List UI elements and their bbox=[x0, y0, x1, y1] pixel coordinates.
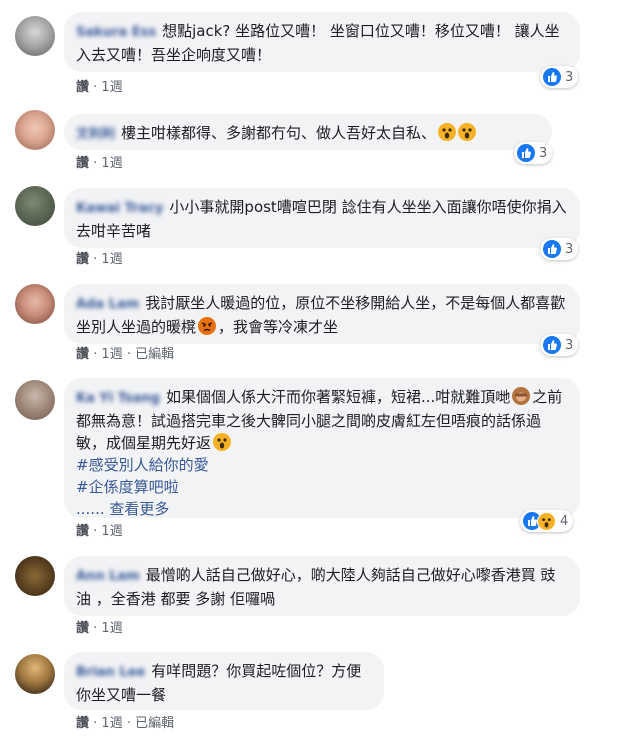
avatar[interactable] bbox=[15, 110, 55, 150]
comment-actions: 讚 · 1週 bbox=[76, 524, 123, 539]
hashtag-link[interactable]: #企係度算吧啦 bbox=[76, 476, 568, 498]
comment-text: Brian Lee 有咩問題？你買起咗個位？方便你坐又嘈一餐 bbox=[76, 660, 372, 706]
like-link[interactable]: 讚 bbox=[76, 347, 89, 362]
like-link[interactable]: 讚 bbox=[76, 621, 89, 636]
comment-actions: 讚 · 1週 bbox=[76, 621, 123, 636]
comment-body: 最憎啲人話自己做好心，啲大陸人夠話自己做好心嚟香港買 豉油 ，全香港 都要 多謝… bbox=[76, 566, 556, 608]
scream-emoji-icon bbox=[213, 433, 232, 451]
like-link[interactable]: 讚 bbox=[76, 716, 89, 731]
scream-emoji-icon bbox=[438, 123, 457, 141]
comment-actions: 讚 · 1週 bbox=[76, 80, 123, 95]
comment-text: Ann Lam 最憎啲人話自己做好心，啲大陸人夠話自己做好心嚟香港買 豉油 ，全香… bbox=[76, 564, 568, 610]
comment-bubble: Ann Lam 最憎啲人話自己做好心，啲大陸人夠話自己做好心嚟香港買 豉油 ，全香… bbox=[64, 556, 580, 616]
avatar[interactable] bbox=[15, 380, 55, 420]
comment-text: Ada Lam 我討厭坐人暖過的位，原位不坐移開給人坐，不是每個人都喜歡坐別人坐過… bbox=[76, 292, 568, 338]
timestamp[interactable]: 1週 bbox=[101, 716, 122, 731]
avatar[interactable] bbox=[15, 186, 55, 226]
reaction-summary[interactable]: 3 bbox=[540, 66, 579, 88]
scream-emoji-icon bbox=[458, 123, 477, 141]
comment-text: Sakura Ess 想點jack? 坐路位又嘈！ 坐窗口位又嘈！移位又嘈！ 讓人… bbox=[76, 20, 568, 66]
like-icon bbox=[543, 240, 561, 258]
avatar[interactable] bbox=[15, 284, 55, 324]
timestamp[interactable]: 1週 bbox=[101, 621, 122, 636]
like-icon bbox=[543, 336, 561, 354]
hashtag-link[interactable]: #感受別人給你的愛 bbox=[76, 454, 568, 476]
like-icon bbox=[517, 144, 535, 162]
like-link[interactable]: 讚 bbox=[76, 80, 89, 95]
comment-body: 如果個個人係大汗而你著緊短褲，短裙...咁就難頂哋 bbox=[165, 388, 511, 406]
comment-bubble: Ka Yi Tsang 如果個個人係大汗而你著緊短褲，短裙...咁就難頂哋 之前都無… bbox=[64, 378, 580, 518]
reaction-summary[interactable]: 3 bbox=[540, 334, 579, 356]
comment-bubble: Ada Lam 我討厭坐人暖過的位，原位不坐移開給人坐，不是每個人都喜歡坐別人坐過… bbox=[64, 284, 580, 344]
reaction-count: 3 bbox=[565, 241, 574, 257]
timestamp[interactable]: 1週 bbox=[101, 80, 122, 95]
comment-author[interactable]: Brian Lee bbox=[76, 665, 145, 680]
timestamp[interactable]: 1週 bbox=[101, 524, 122, 539]
comment-author[interactable]: Ada Lam bbox=[76, 297, 139, 312]
comment-actions: 讚 · 1週 bbox=[76, 156, 123, 171]
avatar[interactable] bbox=[15, 16, 55, 56]
see-more-link[interactable]: ...... 查看更多 bbox=[76, 498, 568, 520]
comment-actions: 讚 · 1週 · 已編輯 bbox=[76, 716, 175, 731]
reaction-count: 3 bbox=[565, 69, 574, 85]
comment-author[interactable]: Ka Yi Tsang bbox=[76, 391, 160, 406]
like-icon bbox=[543, 68, 561, 86]
comment-body: 樓主咁樣都得、多謝都冇句、做人吾好太自私、 bbox=[121, 124, 437, 142]
comment-bubble: Sakura Ess 想點jack? 坐路位又嘈！ 坐窗口位又嘈！移位又嘈！ 讓人… bbox=[64, 12, 580, 72]
comment-author[interactable]: Ann Lam bbox=[76, 569, 140, 584]
reaction-count: 3 bbox=[565, 337, 574, 353]
comment-text: 文利利 樓主咁樣都得、多謝都冇句、做人吾好太自私、 bbox=[76, 122, 540, 146]
comment-bubble: Brian Lee 有咩問題？你買起咗個位？方便你坐又嘈一餐 bbox=[64, 652, 384, 710]
edited-label[interactable]: 已編輯 bbox=[135, 347, 174, 362]
timestamp[interactable]: 1週 bbox=[101, 347, 122, 362]
like-link[interactable]: 讚 bbox=[76, 524, 89, 539]
like-link[interactable]: 讚 bbox=[76, 156, 89, 171]
comment-actions: 讚 · 1週 bbox=[76, 252, 123, 267]
reaction-count: 3 bbox=[539, 145, 548, 161]
avatar[interactable] bbox=[15, 654, 55, 694]
comment-author[interactable]: Kawai Tracy bbox=[76, 201, 163, 216]
comment-author[interactable]: 文利利 bbox=[76, 127, 115, 142]
edited-label[interactable]: 已編輯 bbox=[135, 716, 174, 731]
comment-bubble: 文利利 樓主咁樣都得、多謝都冇句、做人吾好太自私、 bbox=[64, 114, 552, 150]
timestamp[interactable]: 1週 bbox=[101, 156, 122, 171]
comment-bubble: Kawai Tracy 小小事就開post嘈喧巴閉 諗住有人坐坐入面讓你唔使你捐入… bbox=[64, 188, 580, 248]
comment-body-continued: ，我會等冷凍才坐 bbox=[218, 318, 339, 336]
like-link[interactable]: 讚 bbox=[76, 252, 89, 267]
avatar[interactable] bbox=[15, 556, 55, 596]
reaction-summary[interactable]: 4 bbox=[520, 510, 574, 532]
timestamp[interactable]: 1週 bbox=[101, 252, 122, 267]
comment-actions: 讚 · 1週 · 已編輯 bbox=[76, 347, 175, 362]
angry-emoji-icon bbox=[198, 317, 217, 335]
see-no-evil-emoji-icon bbox=[512, 387, 531, 405]
reaction-count: 4 bbox=[560, 513, 569, 529]
comment-author[interactable]: Sakura Ess bbox=[76, 25, 156, 40]
reaction-summary[interactable]: 3 bbox=[514, 142, 553, 164]
comment-text: Ka Yi Tsang 如果個個人係大汗而你著緊短褲，短裙...咁就難頂哋 之前都無… bbox=[76, 386, 568, 520]
comment-text: Kawai Tracy 小小事就開post嘈喧巴閉 諗住有人坐坐入面讓你唔使你捐入… bbox=[76, 196, 568, 242]
wow-icon bbox=[537, 511, 556, 531]
reaction-summary[interactable]: 3 bbox=[540, 238, 579, 260]
